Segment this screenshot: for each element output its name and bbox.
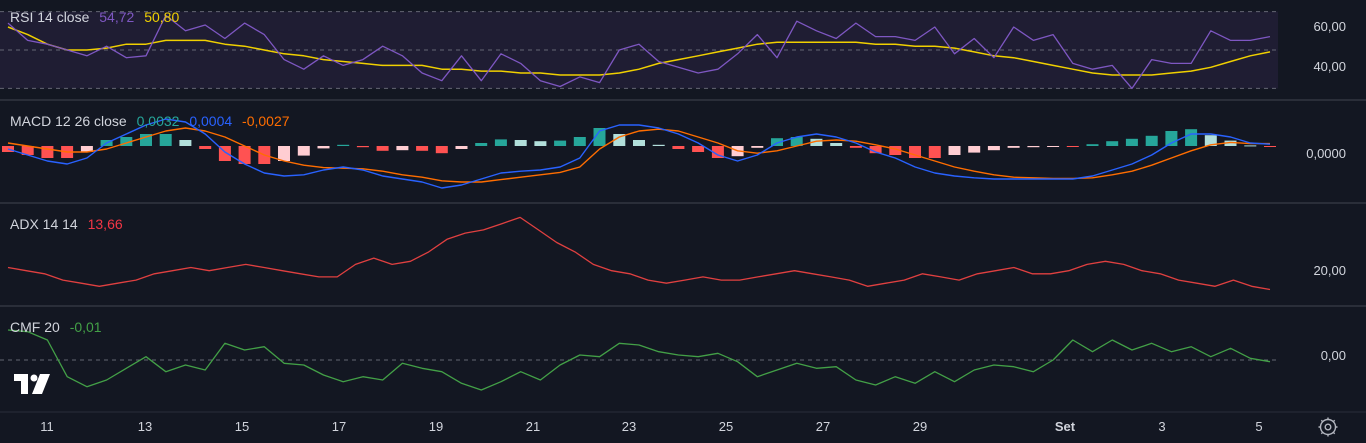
cmf-legend[interactable]: CMF 20 -0,01 bbox=[10, 319, 108, 335]
x-tick-label: 17 bbox=[331, 419, 347, 434]
macd-histogram-bar bbox=[514, 140, 527, 146]
macd-legend-label: MACD 12 26 close bbox=[10, 113, 127, 129]
rsi-band bbox=[0, 11, 1278, 89]
macd-histogram-bar bbox=[948, 146, 961, 155]
macd-histogram-bar bbox=[1264, 146, 1276, 147]
macd-histogram-bar bbox=[849, 146, 862, 148]
macd-histogram-bar bbox=[968, 146, 981, 153]
x-tick-label: 23 bbox=[621, 419, 637, 434]
macd-histogram-bar bbox=[396, 146, 409, 151]
macd-axis-zero-label: 0,0000 bbox=[1306, 146, 1346, 161]
macd-histogram-bar bbox=[297, 146, 310, 156]
macd-histogram-bar bbox=[199, 146, 212, 149]
adx-legend-label: ADX 14 14 bbox=[10, 216, 78, 232]
x-tick-label: Set bbox=[1054, 419, 1076, 434]
x-tick-label: 15 bbox=[234, 419, 250, 434]
macd-histogram-bar bbox=[475, 143, 488, 146]
rsi-legend-label: RSI 14 close bbox=[10, 9, 90, 25]
macd-histogram-bar bbox=[317, 146, 330, 149]
macd-histogram-bar bbox=[1007, 146, 1020, 148]
cmf-legend-label: CMF 20 bbox=[10, 319, 60, 335]
cmf-legend-value: -0,01 bbox=[69, 319, 102, 335]
macd-histogram-bar bbox=[159, 134, 172, 146]
macd-histogram-bar bbox=[573, 137, 586, 146]
macd-legend-macd-value: 0,0032 bbox=[136, 113, 180, 129]
adx-pane bbox=[7, 216, 1271, 291]
adx-axis-label: 20,00 bbox=[1313, 263, 1346, 278]
adx-line bbox=[7, 216, 1271, 291]
macd-histogram-bar bbox=[534, 141, 547, 146]
macd-histogram-bar bbox=[633, 140, 645, 146]
macd-histogram-bar bbox=[692, 146, 705, 152]
adx-legend-value: 13,66 bbox=[87, 216, 123, 232]
macd-histogram-bar bbox=[1244, 145, 1257, 147]
macd-histogram-bar bbox=[494, 139, 507, 146]
macd-histogram-bar bbox=[1106, 141, 1119, 146]
macd-histogram-bar bbox=[1027, 146, 1040, 148]
x-tick-label: 25 bbox=[718, 419, 734, 434]
macd-signal-line bbox=[7, 127, 1270, 183]
macd-histogram-bar bbox=[928, 146, 941, 158]
indicator-charts bbox=[0, 11, 1366, 413]
macd-legend-hist-value: -0,0027 bbox=[242, 113, 290, 129]
x-tick-label: 5 bbox=[1255, 419, 1263, 434]
macd-line bbox=[7, 118, 1271, 189]
gear-icon[interactable] bbox=[1318, 417, 1338, 437]
macd-histogram-bar bbox=[278, 146, 290, 161]
macd-histogram-bar bbox=[1185, 129, 1198, 146]
rsi-pane bbox=[0, 11, 1278, 90]
macd-histogram-bar bbox=[1047, 146, 1060, 147]
x-tick-label: 11 bbox=[40, 419, 54, 434]
macd-histogram-bar bbox=[179, 140, 192, 146]
rsi-legend[interactable]: RSI 14 close 54,72 50,80 bbox=[10, 9, 185, 25]
tradingview-logo-icon[interactable] bbox=[14, 374, 52, 394]
macd-histogram-bar bbox=[652, 144, 665, 146]
macd-histogram-bar bbox=[416, 146, 429, 151]
macd-legend[interactable]: MACD 12 26 close 0,0032 0,0004 -0,0027 bbox=[10, 113, 296, 129]
macd-legend-signal-value: 0,0004 bbox=[189, 113, 233, 129]
macd-histogram-bar bbox=[1086, 144, 1099, 146]
macd-histogram-bar bbox=[356, 146, 369, 148]
x-tick-label: 13 bbox=[137, 419, 153, 434]
rsi-axis-upper-label: 60,00 bbox=[1313, 19, 1346, 34]
x-tick-label: 3 bbox=[1158, 419, 1166, 434]
macd-histogram-bar bbox=[987, 146, 1000, 151]
macd-histogram-bar bbox=[337, 144, 350, 146]
macd-histogram-bar bbox=[376, 146, 389, 151]
x-tick-label: 19 bbox=[428, 419, 444, 434]
macd-histogram-bar bbox=[1145, 135, 1158, 146]
x-tick-label: 21 bbox=[525, 419, 541, 434]
macd-histogram-bar bbox=[435, 146, 448, 154]
rsi-legend-value: 54,72 bbox=[99, 9, 135, 25]
x-tick-label: 27 bbox=[815, 419, 831, 434]
macd-pane bbox=[2, 118, 1276, 189]
macd-histogram-bar bbox=[1066, 146, 1079, 147]
cmf-axis-zero-label: 0,00 bbox=[1320, 348, 1346, 363]
macd-histogram-bar bbox=[1125, 138, 1138, 146]
rsi-legend-ma-value: 50,80 bbox=[144, 9, 180, 25]
macd-histogram-bar bbox=[554, 140, 567, 146]
macd-histogram-bar bbox=[830, 143, 843, 146]
x-tick-label: 29 bbox=[912, 419, 928, 434]
macd-histogram-bar bbox=[455, 146, 468, 149]
adx-legend[interactable]: ADX 14 14 13,66 bbox=[10, 216, 129, 232]
rsi-axis-lower-label: 40,00 bbox=[1313, 59, 1346, 74]
macd-histogram-bar bbox=[672, 146, 685, 149]
macd-histogram-bar bbox=[751, 146, 764, 148]
cmf-pane bbox=[0, 329, 1278, 391]
